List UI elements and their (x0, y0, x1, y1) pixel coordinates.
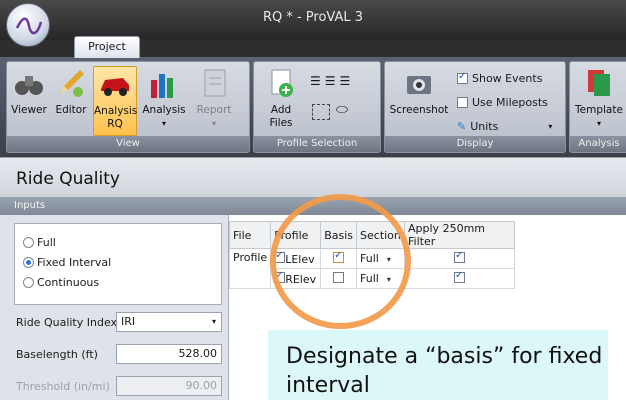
eraser-icon[interactable]: ⬭ (336, 102, 348, 118)
column-header-apply-filter[interactable]: Apply 250mm Filter (404, 221, 516, 249)
radio-full[interactable]: Full (23, 236, 56, 249)
column-header-file[interactable]: File (228, 221, 272, 249)
analysis-button[interactable]: Analysis ▾ (141, 66, 187, 130)
callout-text: Designate a “basis” for fixed interval (286, 344, 603, 398)
add-file-icon (271, 69, 293, 97)
title-bar: RQ * - ProVAL 3 (0, 0, 626, 40)
filter-checkbox[interactable] (454, 250, 466, 263)
highlight-ring (270, 194, 411, 329)
view-group: Viewer Editor Analysis RQ Analysis ▾ Rep… (6, 61, 250, 153)
add-files-button[interactable]: Add Files (258, 66, 304, 130)
viewer-button[interactable]: Viewer (11, 66, 47, 117)
chevron-down-icon: ▾ (596, 119, 601, 128)
align-center-icon[interactable]: ☰ (325, 74, 340, 88)
template-icon (588, 70, 610, 96)
threshold-label: Threshold (in/mi) (16, 380, 110, 393)
binoculars-icon (15, 76, 43, 95)
baselength-input[interactable]: 528.00 (116, 344, 222, 364)
align-icons: ☰☰☰ (310, 74, 354, 88)
options-panel: Full Fixed Interval Continuous Ride Qual… (0, 215, 228, 400)
camera-icon (407, 76, 431, 94)
filter-cell[interactable] (404, 248, 516, 269)
pencil-icon (60, 70, 84, 97)
app-menu-button[interactable] (6, 3, 50, 47)
group-label-profile-selection: Profile Selection (254, 136, 380, 152)
page-header: Ride Quality (0, 157, 626, 197)
page-title: Ride Quality (16, 169, 120, 189)
template-button[interactable]: Template ▾ (572, 66, 626, 130)
align-right-icon[interactable]: ☰ (340, 74, 355, 88)
filter-checkbox[interactable] (454, 270, 466, 283)
align-left-icon[interactable]: ☰ (310, 74, 325, 88)
screenshot-button[interactable]: Screenshot (389, 66, 449, 117)
tab-project[interactable]: Project (74, 36, 140, 58)
show-events-checkbox[interactable]: Show Events (457, 71, 542, 85)
group-label-analysis: Analysis (570, 136, 626, 152)
editor-button[interactable]: Editor (51, 66, 91, 117)
chevron-down-icon: ▾ (548, 122, 553, 131)
group-label-display: Display (385, 136, 565, 152)
ruler-icon: ✎ (457, 120, 467, 133)
window-title: RQ * - ProVAL 3 (262, 10, 364, 25)
use-mileposts-checkbox[interactable]: Use Mileposts (457, 96, 548, 109)
units-dropdown[interactable]: ✎ Units ▾ (457, 120, 552, 133)
ride-quality-index-label: Ride Quality Index (16, 316, 118, 329)
report-icon (204, 69, 226, 97)
interval-mode-group: Full Fixed Interval Continuous (14, 223, 222, 305)
car-icon (101, 78, 129, 96)
baselength-label: Baselength (ft) (16, 348, 98, 361)
profile-selection-group: Add Files ☰☰☰ ⬭ Profile Selection (253, 61, 381, 153)
chevron-down-icon: ▾ (211, 119, 216, 128)
report-button[interactable]: Report ▾ (191, 66, 237, 130)
radio-continuous[interactable]: Continuous (23, 276, 99, 289)
group-label-view: View (7, 136, 249, 152)
ribbon: Viewer Editor Analysis RQ Analysis ▾ Rep… (0, 57, 626, 157)
file-cell[interactable]: Profile (228, 248, 272, 289)
chevron-down-icon: ▾ (211, 317, 216, 326)
app-logo-icon (15, 17, 43, 35)
chevron-down-icon: ▾ (161, 119, 166, 128)
analysis-rq-button[interactable]: Analysis RQ (93, 66, 137, 136)
bar-chart-icon (151, 74, 173, 98)
ride-quality-index-select[interactable]: IRI ▾ (116, 312, 222, 332)
analysis-group: Template ▾ Analysis (569, 61, 626, 153)
filter-cell[interactable] (404, 268, 516, 289)
callout-box: Designate a “basis” for fixed interval (268, 330, 608, 400)
select-box-icon[interactable] (312, 104, 330, 120)
display-group: Screenshot Show Events Use Mileposts ✎ U… (384, 61, 566, 153)
threshold-input[interactable]: 90.00 (116, 376, 222, 396)
radio-fixed-interval[interactable]: Fixed Interval (23, 256, 111, 269)
